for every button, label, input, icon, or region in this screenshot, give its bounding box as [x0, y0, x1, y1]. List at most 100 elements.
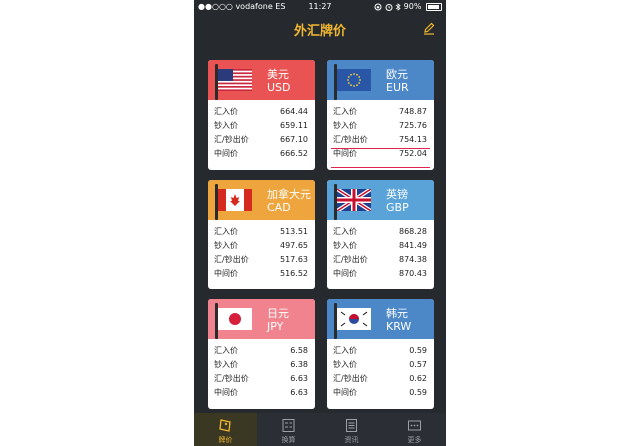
- rate-row-mid: 中间价 6.63: [208, 386, 315, 400]
- news-icon: [346, 419, 357, 432]
- highlight-underline: [331, 148, 430, 149]
- card-header: 加拿大元 CAD: [208, 180, 315, 220]
- rate-row-buy: 汇入价 664.44: [208, 105, 315, 119]
- rate-label: 汇/钞出价: [333, 135, 368, 144]
- rate-row-mid: 中间价 516.52: [208, 267, 315, 281]
- currency-name: 韩元: [386, 307, 408, 320]
- status-right: 90%: [374, 0, 442, 13]
- currency-code: EUR: [386, 81, 409, 94]
- rate-row-buy: 汇入价 0.59: [327, 344, 434, 358]
- rate-value: 497.65: [280, 241, 308, 250]
- rate-label: 汇入价: [214, 346, 238, 355]
- rate-row-buy: 汇入价 6.58: [208, 344, 315, 358]
- rate-label: 钞入价: [214, 121, 238, 130]
- rate-list: 汇入价 748.87 钞入价 725.76 汇/钞出价 754.13 中间价 752.04: [327, 105, 434, 161]
- rate-row-cash-buy: 钞入价 725.76: [327, 119, 434, 133]
- rate-row-sell: 汇/钞出价 6.63: [208, 372, 315, 386]
- status-bar: ●●○○○ vodafone ES 11:27 90%: [194, 0, 446, 13]
- eu-flag-icon: [337, 69, 371, 91]
- rate-label: 中间价: [333, 388, 357, 397]
- rate-label: 中间价: [214, 269, 238, 278]
- bluetooth-icon: [395, 2, 401, 11]
- tab-label: 资讯: [344, 436, 359, 444]
- currency-card-cad[interactable]: 加拿大元 CAD 汇入价 513.51 钞入价 497.65 汇/钞出价 517.63 中间价 5…: [208, 180, 315, 289]
- rate-value: 667.10: [280, 135, 308, 144]
- tab-more[interactable]: 更多: [383, 413, 446, 446]
- currency-card-krw[interactable]: 韩元 KRW 汇入价 0.59 钞入价 0.57 汇/钞出价 0.62 中间价 0.59: [327, 299, 434, 409]
- rate-row-sell: 汇/钞出价 667.10: [208, 133, 315, 147]
- rate-label: 中间价: [333, 149, 357, 158]
- card-header: 英镑 GBP: [327, 180, 434, 220]
- battery-icon: [426, 2, 442, 11]
- rate-value: 6.38: [290, 360, 308, 369]
- currency-code: KRW: [386, 320, 412, 333]
- nav-bar: 外汇牌价: [194, 13, 446, 43]
- rate-row-cash-buy: 钞入价 841.49: [327, 239, 434, 253]
- rate-label: 中间价: [214, 388, 238, 397]
- lock-rotation-icon: [374, 3, 382, 10]
- jp-flag-icon: [218, 308, 252, 330]
- rate-label: 汇/钞出价: [214, 135, 249, 144]
- card-header: 韩元 KRW: [327, 299, 434, 339]
- gb-flag-icon: [337, 189, 371, 211]
- rate-row-sell: 汇/钞出价 754.13: [327, 133, 434, 147]
- edit-icon[interactable]: [422, 21, 436, 35]
- rate-value: 6.63: [290, 374, 308, 383]
- more-icon: [408, 420, 421, 431]
- rate-label: 汇/钞出价: [333, 374, 368, 383]
- rate-row-buy: 汇入价 513.51: [208, 225, 315, 239]
- rate-row-sell: 汇/钞出价 517.63: [208, 253, 315, 267]
- phone-screen: ●●○○○ vodafone ES 11:27 90% 外汇牌价 美元 USD 汇入…: [194, 0, 446, 446]
- rate-label: 汇/钞出价: [333, 255, 368, 264]
- ca-flag-icon: [218, 189, 252, 211]
- rate-row-cash-buy: 钞入价 6.38: [208, 358, 315, 372]
- rate-label: 钞入价: [333, 360, 357, 369]
- rate-row-buy: 汇入价 868.28: [327, 225, 434, 239]
- rate-label: 钞入价: [214, 241, 238, 250]
- rate-label: 汇/钞出价: [214, 255, 249, 264]
- card-header: 欧元 EUR: [327, 60, 434, 100]
- rate-row-cash-buy: 钞入价 0.57: [327, 358, 434, 372]
- us-flag-icon: [218, 69, 252, 91]
- rate-value: 0.62: [409, 374, 427, 383]
- rate-value: 664.44: [280, 107, 308, 116]
- currency-card-eur[interactable]: 欧元 EUR 汇入价 748.87 钞入价 725.76 汇/钞出价 754.13 中间价 752…: [327, 60, 434, 170]
- rate-row-mid: 中间价 0.59: [327, 386, 434, 400]
- currency-name: 日元: [267, 307, 289, 320]
- rate-label: 汇入价: [333, 346, 357, 355]
- rate-label: 汇入价: [214, 107, 238, 116]
- rate-value: 752.04: [399, 149, 427, 158]
- currency-name: 美元: [267, 68, 289, 81]
- rate-value: 754.13: [399, 135, 427, 144]
- tab-label: 换算: [281, 436, 296, 444]
- tab-news[interactable]: 资讯: [320, 413, 383, 446]
- rate-value: 0.59: [409, 346, 427, 355]
- currency-card-jpy[interactable]: 日元 JPY 汇入价 6.58 钞入价 6.38 汇/钞出价 6.63 中间价 6.63: [208, 299, 315, 409]
- rate-value: 666.52: [280, 149, 308, 158]
- rate-row-sell: 汇/钞出价 0.62: [327, 372, 434, 386]
- currency-card-usd[interactable]: 美元 USD 汇入价 664.44 钞入价 659.11 汇/钞出价 667.10 中间价 666…: [208, 60, 315, 170]
- tab-price[interactable]: 牌价: [194, 413, 257, 446]
- rate-label: 中间价: [214, 149, 238, 158]
- rate-label: 汇/钞出价: [214, 374, 249, 383]
- currency-code: GBP: [386, 201, 409, 214]
- rate-row-buy: 汇入价 748.87: [327, 105, 434, 119]
- rate-list: 汇入价 0.59 钞入价 0.57 汇/钞出价 0.62 中间价 0.59: [327, 344, 434, 400]
- rate-label: 钞入价: [214, 360, 238, 369]
- rate-label: 汇入价: [333, 227, 357, 236]
- currency-card-gbp[interactable]: 英镑 GBP 汇入价 868.28 钞入价 841.49 汇/钞出价 874.38 中间价 870…: [327, 180, 434, 289]
- rate-value: 0.57: [409, 360, 427, 369]
- rate-list: 汇入价 868.28 钞入价 841.49 汇/钞出价 874.38 中间价 870.43: [327, 225, 434, 281]
- tab-convert[interactable]: 换算: [257, 413, 320, 446]
- highlight-underline: [331, 167, 430, 168]
- rate-label: 汇入价: [333, 107, 357, 116]
- rate-list: 汇入价 6.58 钞入价 6.38 汇/钞出价 6.63 中间价 6.63: [208, 344, 315, 400]
- rate-row-cash-buy: 钞入价 497.65: [208, 239, 315, 253]
- rate-value: 516.52: [280, 269, 308, 278]
- rate-list: 汇入价 513.51 钞入价 497.65 汇/钞出价 517.63 中间价 516.52: [208, 225, 315, 281]
- currency-code: JPY: [267, 320, 284, 333]
- rate-value: 874.38: [399, 255, 427, 264]
- rate-value: 0.59: [409, 388, 427, 397]
- card-header: 美元 USD: [208, 60, 315, 100]
- tab-label: 牌价: [218, 436, 233, 444]
